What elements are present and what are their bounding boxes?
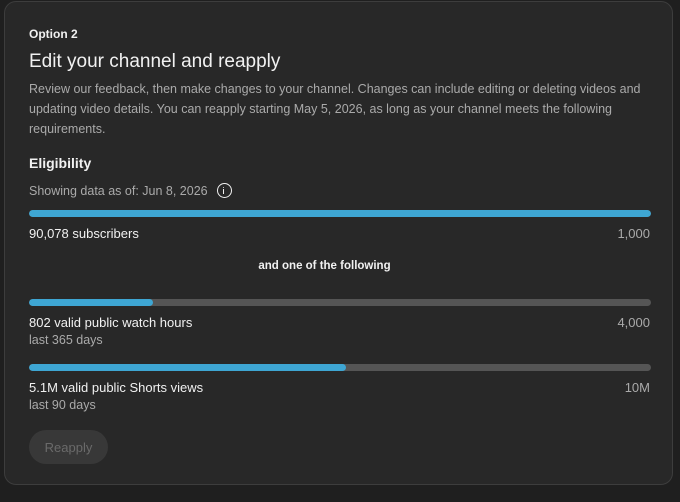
reapply-button[interactable]: Reapply [29,430,108,464]
subscribers-target: 1,000 [617,226,650,241]
shorts-views-target: 10M [624,380,650,395]
option-label: Option 2 [29,27,78,41]
subscribers-progress-fill [29,210,651,217]
subscribers-progress-bar [29,210,651,217]
and-one-of-following: and one of the following [258,260,391,272]
option-description: Review our feedback, then make changes t… [29,82,641,136]
subscribers-label: 90,078 subscribers [29,226,139,241]
shorts-views-progress-fill [29,364,347,371]
shorts-views-label: 5.1M valid public Shorts views [29,380,204,395]
info-icon[interactable] [216,183,232,198]
watch-hours-progress-bar [29,299,651,306]
shorts-views-progress-bar [29,364,651,371]
watch-hours-progress-fill [29,299,154,306]
watch-hours-target: 4,000 [617,315,650,330]
shorts-views-period: last 90 days [29,398,96,412]
eligibility-title: Eligibility [29,155,92,171]
watch-hours-label: 802 valid public watch hours [29,315,193,330]
watch-hours-period: last 365 days [29,333,103,347]
eligibility-card: Option 2 Edit your channel and reapply R… [4,1,673,485]
data-as-of: Showing data as of: Jun 8, 2026 [29,183,232,198]
data-as-of-text: Showing data as of: Jun 8, 2026 [29,183,208,198]
option-title: Edit your channel and reapply [29,51,281,72]
